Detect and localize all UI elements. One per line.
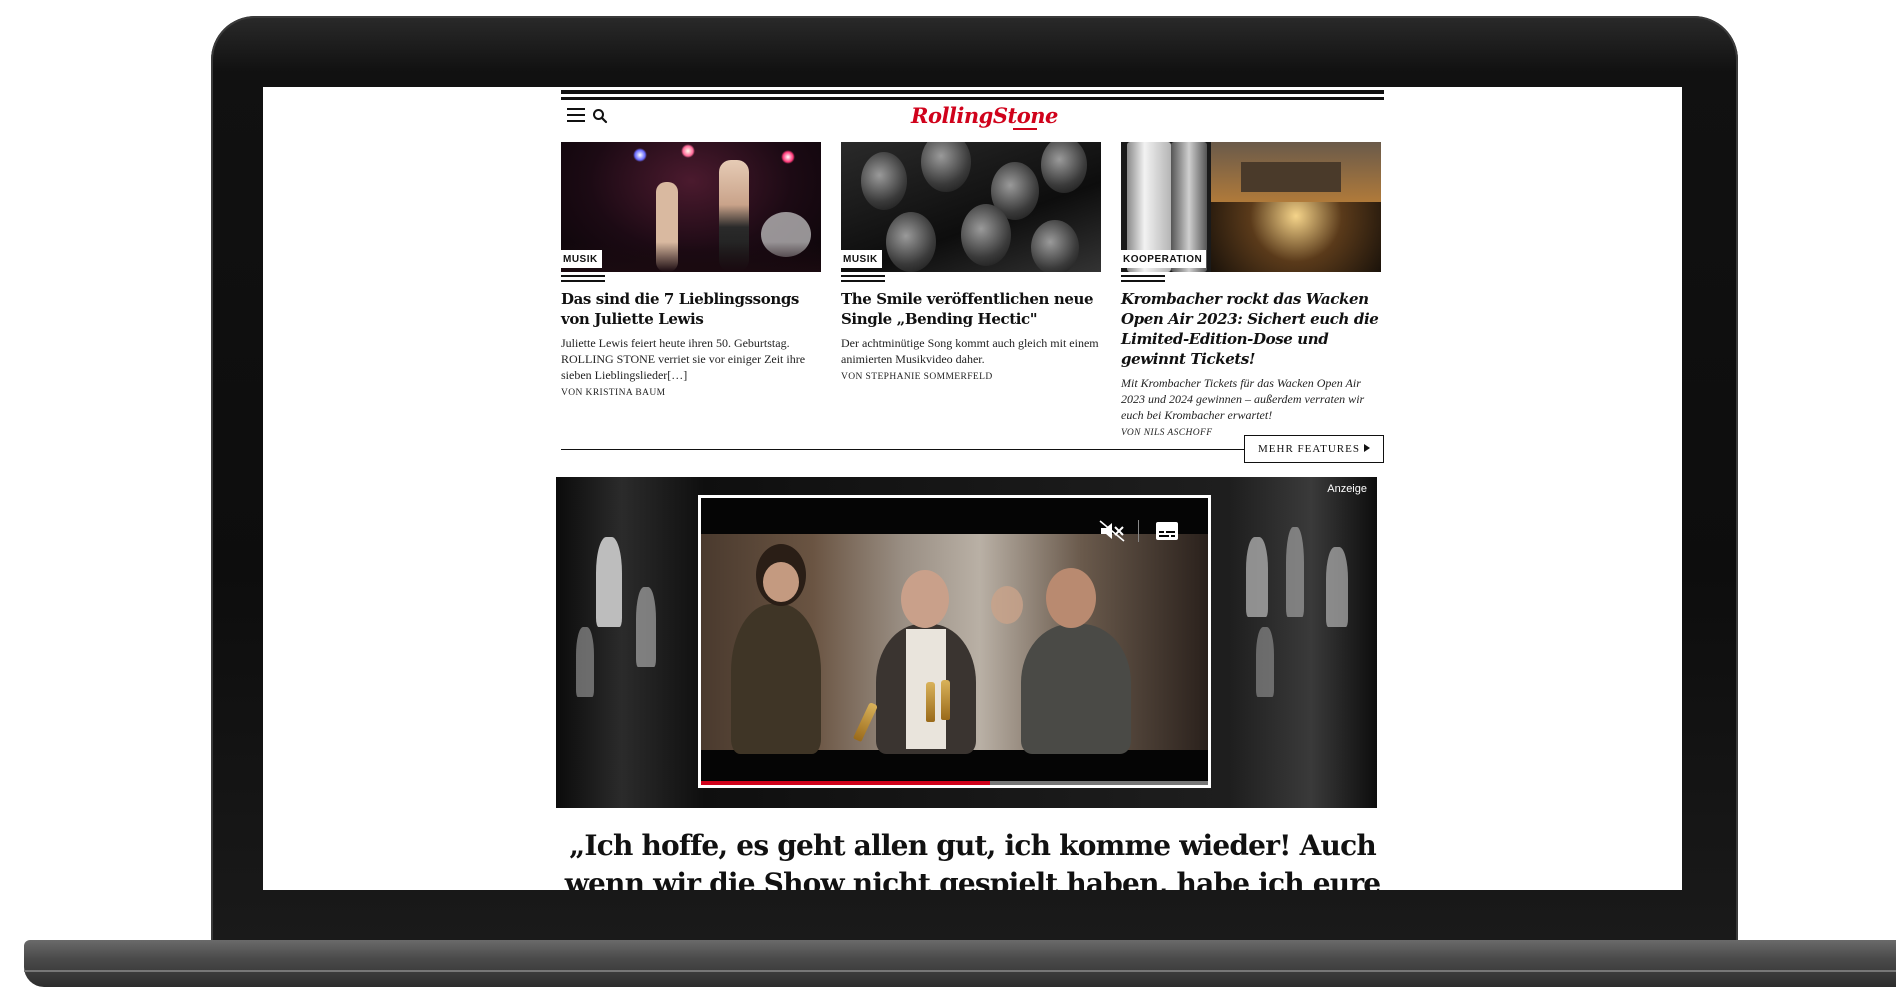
video-progress-fill [701, 781, 990, 785]
category-tag[interactable]: KOOPERATION [1121, 250, 1207, 268]
section-divider [561, 449, 1244, 450]
article-title[interactable]: Krombacher rockt das Wacken Open Air 202… [1121, 289, 1381, 369]
article-title[interactable]: Das sind die 7 Lieblingssongs von Juliet… [561, 289, 821, 329]
controls-divider [1138, 520, 1139, 542]
play-arrow-icon [1363, 444, 1370, 452]
tag-underline [841, 275, 885, 285]
article-card[interactable]: MUSIK The Smile veröffentlichen neue Sin… [841, 142, 1101, 382]
category-tag[interactable]: MUSIK [561, 250, 602, 268]
tag-underline [561, 275, 605, 285]
hamburger-menu-icon[interactable] [567, 108, 585, 123]
laptop-base [24, 940, 1896, 987]
headline-line: „Ich hoffe, es geht allen gut, ich komme… [569, 829, 1377, 862]
browser-viewport: RollingStone MUSIK Das sind die 7 Liebli… [263, 87, 1682, 890]
article-description: Der achtminütige Song kommt auch gleich … [841, 336, 1099, 366]
muted-speaker-icon[interactable] [1099, 520, 1125, 542]
article-description: Juliette Lewis feiert heute ihren 50. Ge… [561, 336, 806, 382]
logo-underline [1013, 128, 1037, 130]
video-frame [701, 534, 1208, 754]
article-byline: VON KRISTINA BAUM [561, 388, 666, 398]
video-progress-bar[interactable] [701, 781, 1208, 785]
page-content: RollingStone MUSIK Das sind die 7 Liebli… [556, 87, 1384, 890]
article-byline: VON STEPHANIE SOMMERFELD [841, 372, 993, 382]
tag-underline [1121, 275, 1165, 285]
article-title[interactable]: The Smile veröffentlichen neue Single „B… [841, 289, 1101, 329]
laptop-base-edge [24, 970, 1896, 972]
article-card[interactable]: MUSIK Das sind die 7 Lieblingssongs von … [561, 142, 821, 398]
article-card[interactable]: KOOPERATION Krombacher rockt das Wacken … [1121, 142, 1381, 438]
article-description: Mit Krombacher Tickets für das Wacken Op… [1121, 376, 1365, 422]
category-tag[interactable]: MUSIK [841, 250, 882, 268]
rolling-stone-logo[interactable]: RollingStone [911, 103, 1058, 128]
ad-label: Anzeige [1327, 483, 1367, 495]
headline-line: wenn wir die Show nicht gespielt haben, … [564, 867, 1381, 890]
subtitles-icon[interactable] [1156, 522, 1178, 540]
article-headline[interactable]: „Ich hoffe, es geht allen gut, ich komme… [561, 827, 1384, 890]
video-ad[interactable]: Anzeige [556, 477, 1377, 808]
more-features-button[interactable]: MEHR FEATURES [1244, 435, 1384, 463]
search-icon[interactable] [592, 108, 608, 124]
video-player[interactable] [698, 495, 1211, 788]
more-features-label: MEHR FEATURES [1258, 443, 1360, 455]
header-rule [561, 90, 1384, 100]
